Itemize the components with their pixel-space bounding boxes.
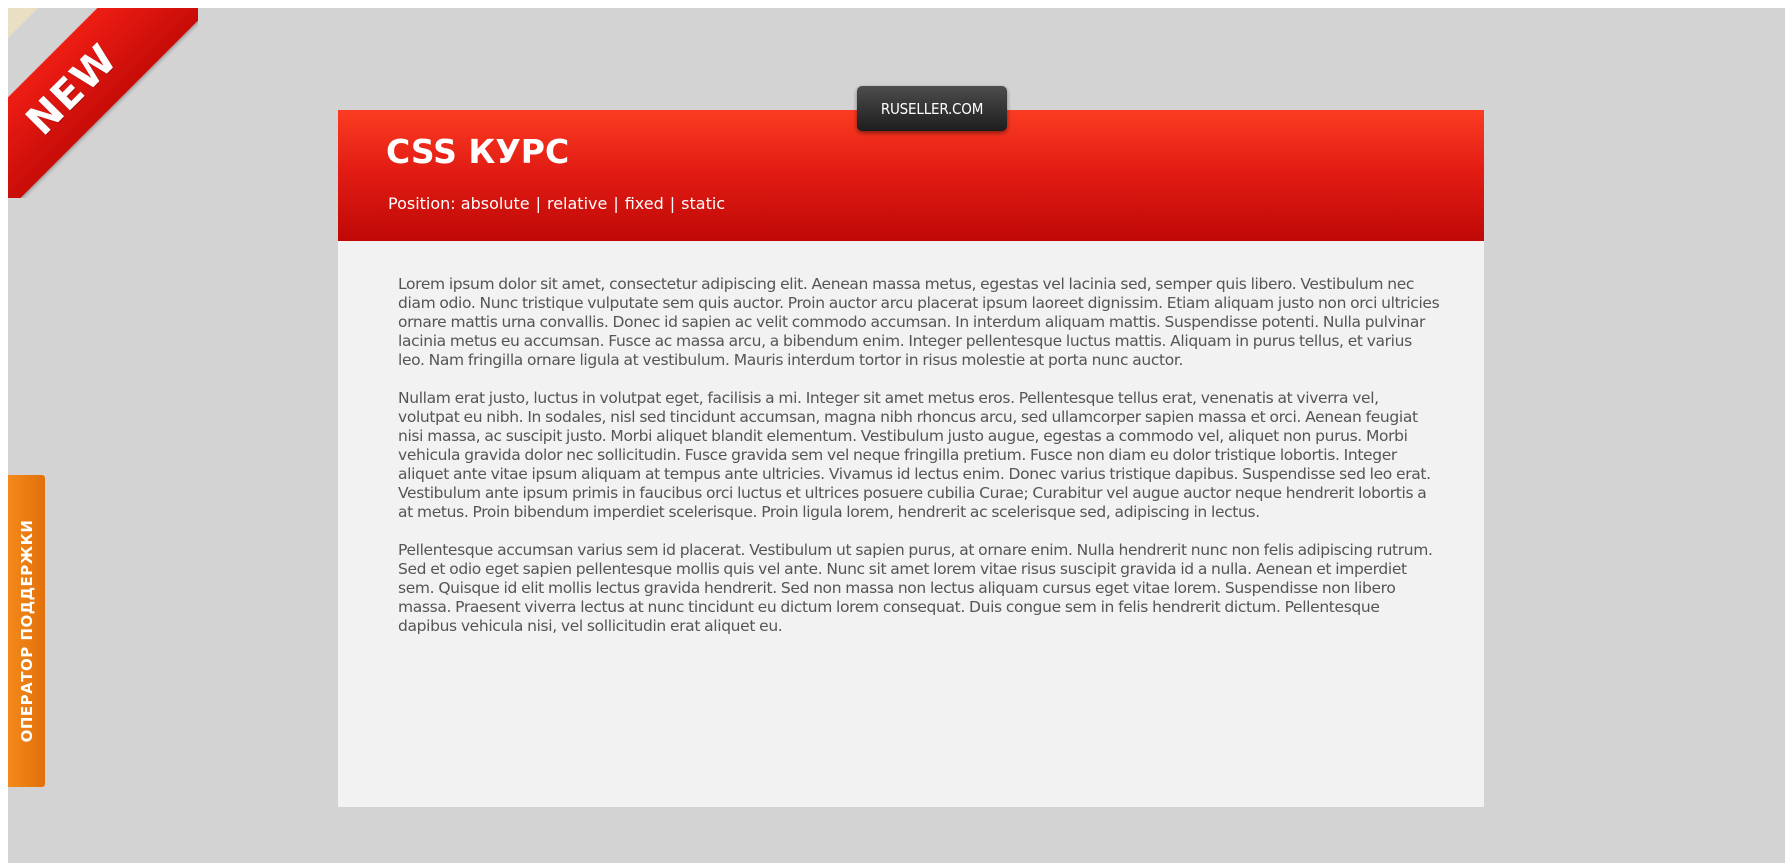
body-paragraph-2: Nullam erat justo, luctus in volutpat eg…: [398, 389, 1431, 521]
ribbon-fold: [8, 8, 38, 38]
position-link-absolute[interactable]: absolute: [461, 194, 530, 213]
body-paragraph-3: Pellentesque accumsan varius sem id plac…: [398, 541, 1433, 635]
card-body: Lorem ipsum dolor sit amet, consectetur …: [338, 241, 1484, 636]
support-operator-label: ОПЕРАТОР ПОДДЕРЖКИ: [17, 519, 36, 743]
position-link-fixed[interactable]: fixed: [625, 194, 664, 213]
content-card: RUSELLER.COM CSS КУРС Position: absolute…: [338, 86, 1484, 807]
body-paragraph-1: Lorem ipsum dolor sit amet, consectetur …: [398, 275, 1440, 369]
position-link-static[interactable]: static: [681, 194, 725, 213]
position-nav: Position: absolute | relative | fixed | static: [388, 194, 725, 213]
page-viewport: NEW ОПЕРАТОР ПОДДЕРЖКИ RUSELLER.COM CSS …: [8, 8, 1785, 863]
nav-separator: |: [535, 194, 541, 213]
support-operator-tab[interactable]: ОПЕРАТОР ПОДДЕРЖКИ: [8, 475, 45, 787]
position-link-relative[interactable]: relative: [547, 194, 607, 213]
ruseller-badge-label: RUSELLER.COM: [880, 99, 984, 118]
ruseller-badge[interactable]: RUSELLER.COM: [857, 86, 1007, 131]
new-ribbon-label: NEW: [17, 35, 127, 145]
card-header: RUSELLER.COM CSS КУРС Position: absolute…: [338, 86, 1484, 241]
page-title: CSS КУРС: [386, 132, 570, 171]
nav-separator: |: [669, 194, 676, 213]
nav-separator: |: [613, 194, 619, 213]
position-nav-prefix: Position:: [388, 194, 456, 213]
new-corner-ribbon: NEW: [8, 8, 198, 198]
